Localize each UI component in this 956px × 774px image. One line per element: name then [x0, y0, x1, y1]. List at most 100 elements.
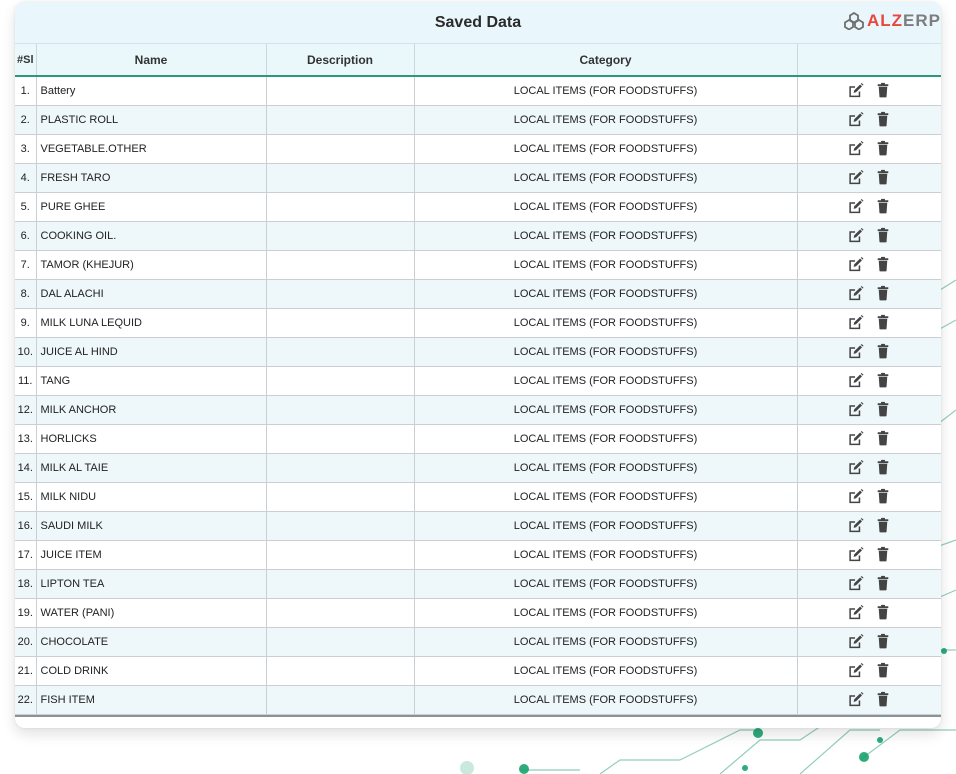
trash-icon[interactable] — [874, 633, 892, 651]
row-name: COLD DRINK — [36, 656, 267, 686]
table-row[interactable]: 9. MILK LUNA LEQUID LOCAL ITEMS (FOR FOODS… — [15, 308, 941, 338]
row-description — [266, 540, 415, 570]
trash-icon[interactable] — [874, 459, 892, 477]
edit-icon[interactable] — [846, 633, 864, 651]
row-name: MILK ANCHOR — [36, 395, 267, 425]
table-row[interactable]: 2. PLASTIC ROLL LOCAL ITEMS (FOR FOODSTUFF… — [15, 105, 941, 135]
table-row[interactable]: 12. MILK ANCHOR LOCAL ITEMS (FOR FOODSTUFF… — [15, 395, 941, 425]
edit-icon[interactable] — [846, 111, 864, 129]
trash-icon[interactable] — [874, 662, 892, 680]
trash-icon[interactable] — [874, 82, 892, 100]
edit-icon[interactable] — [846, 662, 864, 680]
trash-icon[interactable] — [874, 227, 892, 245]
table-row[interactable]: 4. FRESH TARO LOCAL ITEMS (FOR FOODSTUFFS) — [15, 163, 941, 193]
edit-icon[interactable] — [846, 285, 864, 303]
trash-icon[interactable] — [874, 285, 892, 303]
edit-icon[interactable] — [846, 459, 864, 477]
column-header-name[interactable]: Name — [36, 44, 267, 77]
row-name: FRESH TARO — [36, 163, 267, 193]
table-row[interactable]: 21. COLD DRINK LOCAL ITEMS (FOR FOODSTUFFS… — [15, 656, 941, 686]
row-name: LIPTON TEA — [36, 569, 267, 599]
edit-icon[interactable] — [846, 430, 864, 448]
edit-icon[interactable] — [846, 401, 864, 419]
trash-icon[interactable] — [874, 488, 892, 506]
table-row[interactable]: 15. MILK NIDU LOCAL ITEMS (FOR FOODSTUFFS) — [15, 482, 941, 512]
trash-icon[interactable] — [874, 401, 892, 419]
trash-icon[interactable] — [874, 169, 892, 187]
table-row[interactable]: 20. CHOCOLATE LOCAL ITEMS (FOR FOODSTUFFS) — [15, 627, 941, 657]
row-category: LOCAL ITEMS (FOR FOODSTUFFS) — [414, 134, 798, 164]
trash-icon[interactable] — [874, 372, 892, 390]
table-row[interactable]: 22. FISH ITEM LOCAL ITEMS (FOR FOODSTUFFS) — [15, 685, 941, 715]
row-actions — [797, 685, 941, 715]
trash-icon[interactable] — [874, 314, 892, 332]
edit-icon[interactable] — [846, 517, 864, 535]
trash-icon[interactable] — [874, 604, 892, 622]
edit-icon[interactable] — [846, 691, 864, 709]
trash-icon[interactable] — [874, 343, 892, 361]
row-name: SAUDI MILK — [36, 511, 267, 541]
table-row[interactable]: 8. DAL ALACHI LOCAL ITEMS (FOR FOODSTUFFS) — [15, 279, 941, 309]
edit-icon[interactable] — [846, 546, 864, 564]
row-description — [266, 395, 415, 425]
table-row[interactable]: 3. VEGETABLE.OTHER LOCAL ITEMS (FOR FOODST… — [15, 134, 941, 164]
edit-icon[interactable] — [846, 169, 864, 187]
edit-icon[interactable] — [846, 575, 864, 593]
row-description — [266, 192, 415, 222]
trash-icon[interactable] — [874, 575, 892, 593]
edit-icon[interactable] — [846, 227, 864, 245]
row-category: LOCAL ITEMS (FOR FOODSTUFFS) — [414, 598, 798, 628]
trash-icon[interactable] — [874, 517, 892, 535]
panel-title: Saved Data — [434, 13, 522, 31]
row-sl: 2. — [15, 105, 37, 135]
row-name: HORLICKS — [36, 424, 267, 454]
row-category: LOCAL ITEMS (FOR FOODSTUFFS) — [414, 337, 798, 367]
row-category: LOCAL ITEMS (FOR FOODSTUFFS) — [414, 511, 798, 541]
row-category: LOCAL ITEMS (FOR FOODSTUFFS) — [414, 453, 798, 483]
edit-icon[interactable] — [846, 343, 864, 361]
table-row[interactable]: 7. TAMOR (KHEJUR) LOCAL ITEMS (FOR FOODSTU… — [15, 250, 941, 280]
edit-icon[interactable] — [846, 314, 864, 332]
table-row[interactable]: 14. MILK AL TAIE LOCAL ITEMS (FOR FOODSTUF… — [15, 453, 941, 483]
table-row[interactable]: 18. LIPTON TEA LOCAL ITEMS (FOR FOODSTUFFS… — [15, 569, 941, 599]
trash-icon[interactable] — [874, 691, 892, 709]
row-category: LOCAL ITEMS (FOR FOODSTUFFS) — [414, 279, 798, 309]
table-row[interactable]: 16. SAUDI MILK LOCAL ITEMS (FOR FOODSTUFFS… — [15, 511, 941, 541]
row-category: LOCAL ITEMS (FOR FOODSTUFFS) — [414, 250, 798, 280]
trash-icon[interactable] — [874, 140, 892, 158]
edit-icon[interactable] — [846, 256, 864, 274]
trash-icon[interactable] — [874, 111, 892, 129]
row-category: LOCAL ITEMS (FOR FOODSTUFFS) — [414, 685, 798, 715]
trash-icon[interactable] — [874, 430, 892, 448]
table-row[interactable]: 13. HORLICKS LOCAL ITEMS (FOR FOODSTUFFS) — [15, 424, 941, 454]
edit-icon[interactable] — [846, 604, 864, 622]
table-row[interactable]: 17. JUICE ITEM LOCAL ITEMS (FOR FOODSTUFFS… — [15, 540, 941, 570]
row-description — [266, 482, 415, 512]
row-name: DAL ALACHI — [36, 279, 267, 309]
row-actions — [797, 482, 941, 512]
column-header-category[interactable]: Category — [414, 44, 798, 77]
edit-icon[interactable] — [846, 82, 864, 100]
row-name: FISH ITEM — [36, 685, 267, 715]
column-header-sl[interactable]: #Sl — [15, 44, 37, 77]
row-description — [266, 163, 415, 193]
edit-icon[interactable] — [846, 198, 864, 216]
trash-icon[interactable] — [874, 546, 892, 564]
table-row[interactable]: 11. TANG LOCAL ITEMS (FOR FOODSTUFFS) — [15, 366, 941, 396]
trash-icon[interactable] — [874, 198, 892, 216]
table-row[interactable]: 5. PURE GHEE LOCAL ITEMS (FOR FOODSTUFFS) — [15, 192, 941, 222]
table-row[interactable]: 6. COOKING OIL. LOCAL ITEMS (FOR FOODSTUFF… — [15, 221, 941, 251]
row-name: JUICE AL HIND — [36, 337, 267, 367]
row-description — [266, 279, 415, 309]
table-row[interactable]: 10. JUICE AL HIND LOCAL ITEMS (FOR FOODSTU… — [15, 337, 941, 367]
row-sl: 6. — [15, 221, 37, 251]
table-row[interactable]: 19. WATER (PANI) LOCAL ITEMS (FOR FOODSTUF… — [15, 598, 941, 628]
trash-icon[interactable] — [874, 256, 892, 274]
column-header-description[interactable]: Description — [266, 44, 415, 77]
edit-icon[interactable] — [846, 488, 864, 506]
table-row[interactable]: 1. Battery LOCAL ITEMS (FOR FOODSTUFFS) — [15, 76, 941, 106]
edit-icon[interactable] — [846, 140, 864, 158]
row-name: TAMOR (KHEJUR) — [36, 250, 267, 280]
edit-icon[interactable] — [846, 372, 864, 390]
row-actions — [797, 192, 941, 222]
